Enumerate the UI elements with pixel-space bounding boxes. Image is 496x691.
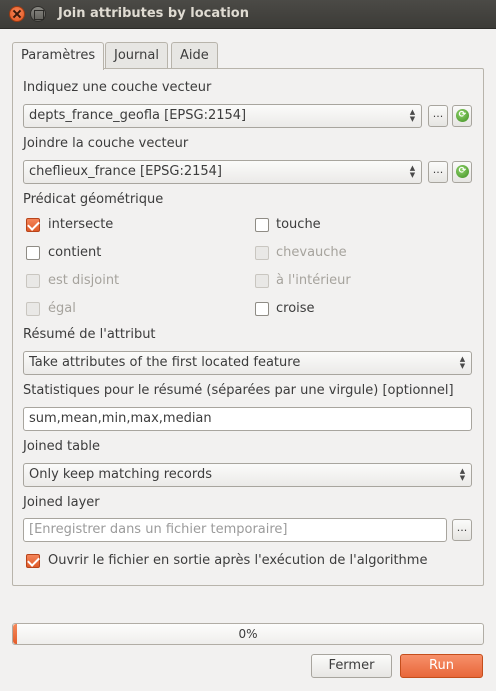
input-layer-select[interactable]: depts_france_geofla [EPSG:2154] ▲ ▼ xyxy=(23,104,422,128)
predicate-overlaps-checkbox xyxy=(255,246,269,260)
input-layer-value: depts_france_geofla [EPSG:2154] xyxy=(29,108,247,123)
refresh-icon: ⟳ xyxy=(456,165,469,178)
predicate-within-checkbox xyxy=(255,274,269,288)
joined-layer-label: Joined layer xyxy=(23,495,100,510)
predicate-intersects-label: intersecte xyxy=(48,217,114,232)
spin-arrows-icon: ▲ ▼ xyxy=(409,164,416,179)
run-button[interactable]: Run xyxy=(400,654,483,678)
joined-layer-output-field[interactable]: [Enregistrer dans un fichier temporaire] xyxy=(23,518,447,542)
predicate-disjoint-label: est disjoint xyxy=(48,273,120,288)
window-title: Join attributes by location xyxy=(58,6,249,21)
predicate-equals-label: égal xyxy=(48,301,76,316)
joined-table-select[interactable]: Only keep matching records ▲ ▼ xyxy=(23,463,472,487)
join-layer-browse-button[interactable]: ... xyxy=(428,161,448,183)
tab-parametres[interactable]: Paramètres xyxy=(12,42,105,70)
join-layer-label: Joindre la couche vecteur xyxy=(23,136,189,151)
predicate-within-label: à l'intérieur xyxy=(276,273,351,288)
window-close-button[interactable] xyxy=(9,6,25,22)
predicate-contains-label: contient xyxy=(48,245,102,260)
predicate-overlaps-label: chevauche xyxy=(276,245,347,260)
input-layer-iterate-button[interactable]: ⟳ xyxy=(452,105,472,127)
summary-select[interactable]: Take attributes of the first located fea… xyxy=(23,351,472,375)
spin-arrows-icon: ▲ ▼ xyxy=(459,355,466,370)
refresh-icon: ⟳ xyxy=(456,109,469,122)
predicate-label: Prédicat géométrique xyxy=(23,192,164,207)
join-layer-value: cheflieux_france [EPSG:2154] xyxy=(29,164,223,179)
tab-aide[interactable]: Aide xyxy=(171,42,218,68)
predicate-intersects-checkbox[interactable] xyxy=(26,218,40,232)
joined-layer-browse-button[interactable]: ... xyxy=(452,519,472,541)
spin-arrows-icon: ▲ ▼ xyxy=(459,467,466,482)
tab-journal[interactable]: Journal xyxy=(105,42,168,68)
input-layer-label: Indiquez une couche vecteur xyxy=(23,80,212,95)
summary-value: Take attributes of the first located fea… xyxy=(29,355,301,370)
close-button[interactable]: Fermer xyxy=(311,654,392,678)
statistics-input[interactable]: sum,mean,min,max,median xyxy=(23,407,472,431)
input-layer-browse-button[interactable]: ... xyxy=(428,105,448,127)
statistics-label: Statistiques pour le résumé (séparées pa… xyxy=(23,383,454,398)
join-layer-iterate-button[interactable]: ⟳ xyxy=(452,161,472,183)
predicate-equals-checkbox xyxy=(26,302,40,316)
predicate-contains-checkbox[interactable] xyxy=(26,246,40,260)
progress-bar: 0% xyxy=(12,623,484,645)
join-layer-select[interactable]: cheflieux_france [EPSG:2154] ▲ ▼ xyxy=(23,160,422,184)
predicate-crosses-checkbox[interactable] xyxy=(255,302,269,316)
open-output-label: Ouvrir le fichier en sortie après l'exéc… xyxy=(48,553,428,568)
joined-table-label: Joined table xyxy=(23,439,100,454)
open-output-checkbox[interactable] xyxy=(26,554,40,568)
summary-label: Résumé de l'attribut xyxy=(23,327,156,342)
spin-arrows-icon: ▲ ▼ xyxy=(409,108,416,123)
title-bar: Join attributes by location xyxy=(0,0,496,29)
window-maximize-button[interactable] xyxy=(30,6,46,22)
predicate-crosses-label: croise xyxy=(276,301,315,316)
joined-table-value: Only keep matching records xyxy=(29,467,213,482)
progress-text: 0% xyxy=(238,627,258,641)
predicate-disjoint-checkbox xyxy=(26,274,40,288)
predicate-touches-label: touche xyxy=(276,217,321,232)
predicate-touches-checkbox[interactable] xyxy=(255,218,269,232)
